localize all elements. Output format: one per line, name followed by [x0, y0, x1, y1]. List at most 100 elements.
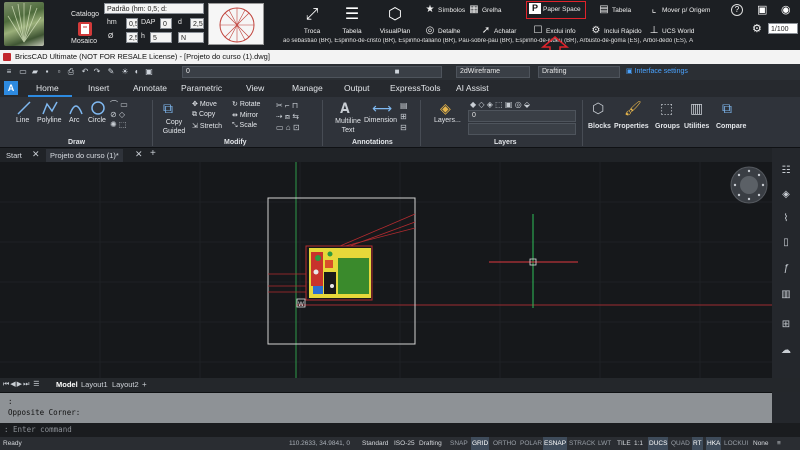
- navigation-wheel-icon[interactable]: [730, 166, 768, 204]
- draw-extra-icons[interactable]: ⌒ ▭ ⊘ ◇ ✺ ⬚: [110, 100, 128, 130]
- polyline-icon[interactable]: [42, 100, 58, 116]
- mirror-button[interactable]: ⇹ Mirror: [232, 111, 258, 119]
- multiline-text-icon[interactable]: 𝐀: [340, 100, 350, 117]
- quad-toggle[interactable]: QUAD: [670, 437, 691, 450]
- world-icon[interactable]: ◉: [781, 3, 795, 17]
- color-swatch-icon[interactable]: ■: [392, 67, 402, 77]
- scale-select[interactable]: 1/100: [768, 23, 798, 34]
- calculator-icon[interactable]: ▣: [757, 3, 771, 17]
- save-as-icon[interactable]: ▫: [54, 67, 64, 77]
- tab-view[interactable]: View: [246, 83, 264, 93]
- mosaic-label[interactable]: Mosaico: [71, 38, 97, 45]
- properties-panel-icon[interactable]: ☷: [779, 164, 793, 178]
- layers-panel-icon[interactable]: ◈: [779, 188, 793, 202]
- preset-select[interactable]: Padrão (hm: 0,5; d:: [104, 3, 204, 14]
- grid-toggle[interactable]: GRID: [471, 437, 490, 450]
- compare-panel[interactable]: Compare: [716, 123, 746, 130]
- ribbon-layer-select[interactable]: 0: [468, 110, 576, 122]
- h-input[interactable]: 5: [150, 32, 172, 43]
- visual-style-select[interactable]: 2dWireframe: [456, 66, 530, 78]
- tab-model[interactable]: Model: [56, 380, 78, 389]
- ortho-toggle[interactable]: ORTHO: [492, 437, 517, 450]
- layers-button[interactable]: Layers...: [434, 117, 461, 124]
- circle-icon[interactable]: [90, 100, 106, 116]
- scale-button[interactable]: ⤡ Scale: [232, 122, 257, 130]
- strack-toggle[interactable]: STRACK: [568, 437, 596, 450]
- detalhe-tool[interactable]: ◎ Detalhe: [424, 24, 461, 38]
- multiline-text-label[interactable]: Multiline Text: [330, 117, 366, 135]
- catalog-icon[interactable]: [78, 22, 92, 36]
- match-props-icon[interactable]: ✎: [106, 67, 116, 77]
- d-input[interactable]: 2,5: [190, 18, 204, 29]
- drawing-canvas[interactable]: W: [0, 162, 772, 378]
- tab-layout1[interactable]: Layout1: [81, 380, 108, 389]
- help-icon[interactable]: ?: [731, 4, 743, 16]
- inclui-rapido-tool[interactable]: ⚙ Inclui Rápido: [590, 24, 642, 38]
- layer-lock-icon[interactable]: ◐: [132, 67, 142, 77]
- menu-icon[interactable]: ≡: [4, 67, 14, 77]
- dimension-icon[interactable]: ⟷: [372, 100, 392, 117]
- command-scroll-area[interactable]: [772, 393, 800, 423]
- library-icon[interactable]: ▥: [779, 288, 793, 302]
- dimstyle-toggle[interactable]: ISO-25: [393, 437, 416, 450]
- achatar-tool[interactable]: ➚ Achatar: [480, 24, 517, 38]
- tabela-mini-tool[interactable]: ▤ Tabela: [598, 3, 631, 17]
- dimension-label[interactable]: Dimension: [364, 117, 397, 124]
- tab-layout2[interactable]: Layout2: [112, 380, 139, 389]
- layout-nav-arrows-icon[interactable]: ⏮◀▶⏭ ☰: [3, 380, 41, 389]
- layer-tools-icons[interactable]: ◆ ◇ ◈ ⬚ ▣ ◎ ⬙: [470, 100, 530, 109]
- symbol-preview[interactable]: [208, 3, 264, 45]
- rotate-button[interactable]: ↻ Rotate: [232, 100, 260, 108]
- command-input[interactable]: : Enter command: [0, 423, 800, 437]
- tab-home[interactable]: Home: [36, 83, 59, 93]
- diameter-input[interactable]: 2,5: [126, 32, 138, 43]
- properties-panel[interactable]: Properties: [614, 123, 649, 130]
- mover-origem-tool[interactable]: ⌞ Mover p/ Origem: [648, 3, 711, 17]
- formula-icon[interactable]: ƒ: [779, 262, 793, 276]
- workspace-status[interactable]: Drafting: [418, 437, 443, 450]
- tab-ai-assist[interactable]: AI Assist: [456, 83, 489, 93]
- arc-icon[interactable]: [68, 100, 84, 116]
- layer-select[interactable]: 0: [182, 66, 442, 78]
- modify-extra-icons[interactable]: ✂ ⌐ ⊓ ⇢ ⧈ ⇆ ▭ ⌂ ⊡: [276, 100, 300, 133]
- tile-toggle[interactable]: TILE: [616, 437, 632, 450]
- simbolos-tool[interactable]: ★ Símbolos: [424, 3, 466, 17]
- groups-panel[interactable]: Groups: [655, 123, 680, 130]
- ribbon-layer-filter[interactable]: [468, 123, 576, 135]
- undo-icon[interactable]: ↶: [80, 67, 90, 77]
- circle-label[interactable]: Circle: [88, 117, 106, 124]
- move-button[interactable]: ✥ Move: [192, 100, 217, 108]
- tab-expresstools[interactable]: ExpressTools: [390, 83, 441, 93]
- start-tab[interactable]: Start: [2, 149, 26, 162]
- blocks-panel[interactable]: Blocks: [588, 123, 611, 130]
- snap-toggle[interactable]: SNAP: [449, 437, 469, 450]
- hm-input[interactable]: 0,5: [126, 18, 138, 29]
- line-label[interactable]: Line: [16, 117, 29, 124]
- add-layout-icon[interactable]: +: [142, 380, 147, 389]
- stretch-button[interactable]: ⇲ Stretch: [192, 122, 222, 130]
- line-icon[interactable]: [16, 100, 32, 116]
- lockui-toggle[interactable]: LOCKUI: [723, 437, 749, 450]
- rt-toggle[interactable]: RT: [692, 437, 703, 450]
- print-icon[interactable]: ⎙: [66, 67, 76, 77]
- application-menu-icon[interactable]: A: [4, 81, 18, 95]
- settings-gear-icon[interactable]: ⚙: [752, 22, 766, 36]
- drawing-viewport[interactable]: W: [0, 162, 772, 378]
- arc-label[interactable]: Arc: [69, 117, 80, 124]
- document-tab-active[interactable]: Projeto do curso (1)*: [46, 149, 123, 162]
- cloud-icon[interactable]: ☁: [779, 344, 793, 358]
- close-start-tab-icon[interactable]: ✕: [32, 149, 40, 160]
- copy-guided-label[interactable]: Copy Guided: [160, 118, 188, 136]
- paper-space-tool[interactable]: P Paper Space: [526, 1, 586, 19]
- close-doc-tab-icon[interactable]: ✕: [135, 149, 143, 160]
- tab-insert[interactable]: Insert: [88, 83, 109, 93]
- layer-visible-icon[interactable]: ☀: [120, 67, 130, 77]
- textstyle-toggle[interactable]: Standard: [361, 437, 389, 450]
- dap-input[interactable]: 0: [160, 18, 172, 29]
- catalog-label[interactable]: Catalogo: [71, 11, 99, 18]
- hka-toggle[interactable]: HKA: [706, 437, 722, 450]
- tab-parametric[interactable]: Parametric: [181, 83, 222, 93]
- orientation-select[interactable]: N: [178, 32, 204, 43]
- tab-manage[interactable]: Manage: [292, 83, 323, 93]
- tab-annotate[interactable]: Annotate: [133, 83, 167, 93]
